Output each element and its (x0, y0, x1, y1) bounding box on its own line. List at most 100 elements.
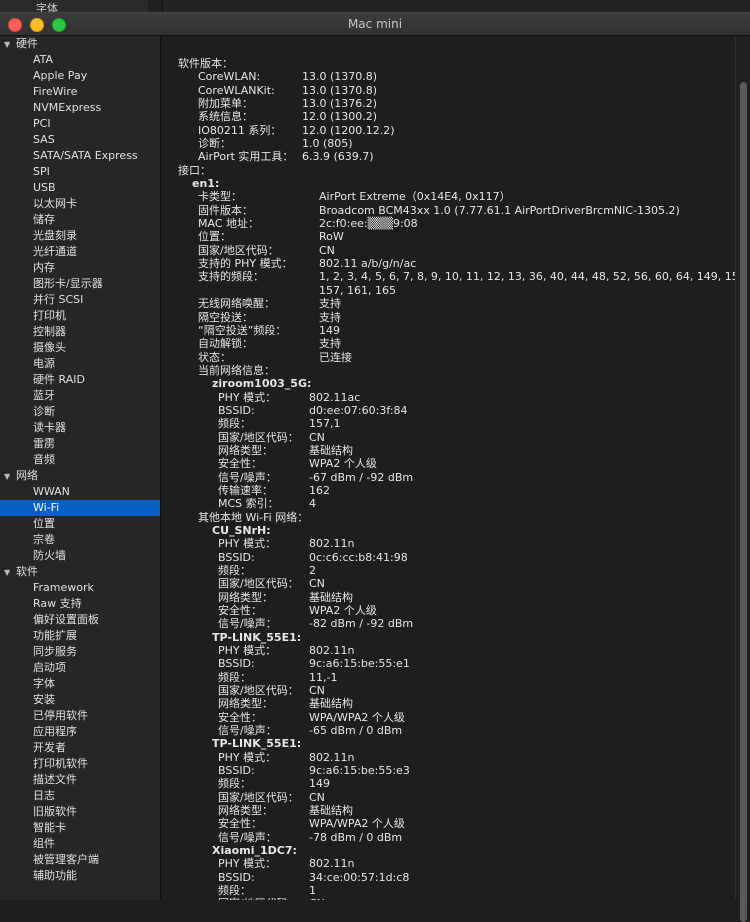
detail-row: PHY 模式： 802.11n (218, 537, 736, 550)
sidebar-item[interactable]: 储存 (0, 212, 160, 228)
sidebar-item[interactable]: 安装 (0, 692, 160, 708)
sidebar-item[interactable]: 控制器 (0, 324, 160, 340)
sidebar-item-label: 以太网卡 (33, 197, 77, 210)
sidebar-item[interactable]: 字体 (0, 676, 160, 692)
sidebar-item[interactable]: 读卡器 (0, 420, 160, 436)
sidebar-item[interactable]: 音频 (0, 452, 160, 468)
sidebar-item[interactable]: 光盘刻录 (0, 228, 160, 244)
sidebar-item[interactable]: 摄像头 (0, 340, 160, 356)
sidebar-item-label: ATA (33, 53, 54, 66)
detail-key: 固件版本： (198, 203, 253, 217)
sidebar-item[interactable]: 图形卡/显示器 (0, 276, 160, 292)
sidebar-item[interactable]: SAS (0, 132, 160, 148)
sidebar-item[interactable]: 光纤通道 (0, 244, 160, 260)
sidebar-item[interactable]: 启动项 (0, 660, 160, 676)
detail-row: BSSID: 9c:a6:15:be:55:e3 (218, 764, 736, 777)
sidebar-item[interactable]: 诊断 (0, 404, 160, 420)
detail-row: 网络类型： 基础结构 (218, 444, 736, 457)
sidebar-group[interactable]: ▼ 软件 (0, 564, 160, 580)
detail-row: 国家/地区代码： CN (198, 244, 736, 257)
sidebar-group[interactable]: ▼ 硬件 (0, 36, 160, 52)
sidebar-item-label: 防火墙 (33, 549, 66, 562)
sidebar-item[interactable]: 功能扩展 (0, 628, 160, 644)
sidebar-item[interactable]: Wi-Fi (0, 500, 160, 516)
sidebar-item[interactable]: NVMExpress (0, 100, 160, 116)
detail-value: 149 (319, 323, 340, 337)
detail-key: 频段： (218, 777, 251, 791)
scrollbar-thumb[interactable] (740, 82, 747, 922)
detail-row: CU_SNrH: (212, 524, 736, 537)
detail-row: 国家/地区代码： CN (218, 684, 736, 697)
detail-value: 2c:f0:ee:▒▒▒9:08 (319, 217, 418, 231)
sidebar-item[interactable]: USB (0, 180, 160, 196)
detail-value: 13.0 (1370.8) (302, 83, 378, 97)
sidebar-item[interactable]: Raw 支持 (0, 596, 160, 612)
sidebar-item[interactable]: 组件 (0, 836, 160, 852)
detail-key: 当前网络信息： (198, 363, 275, 377)
detail-key: 支持的频段： (198, 270, 264, 284)
sidebar-item-label: 内存 (33, 261, 55, 274)
detail-row: PHY 模式： 802.11ac (218, 391, 736, 404)
detail-value: 802.11ac (309, 390, 361, 404)
sidebar-item[interactable]: 雷雳 (0, 436, 160, 452)
detail-row: 传输速率： 162 (218, 484, 736, 497)
sidebar-item[interactable]: 防火墙 (0, 548, 160, 564)
sidebar-item[interactable]: 辅助功能 (0, 868, 160, 884)
sidebar-item-label: 控制器 (33, 325, 66, 338)
sidebar-item-label: 日志 (33, 789, 55, 802)
detail-value: 已连接 (319, 350, 352, 364)
sidebar-item[interactable]: 同步服务 (0, 644, 160, 660)
sidebar-item[interactable]: 偏好设置面板 (0, 612, 160, 628)
sidebar-item[interactable]: SPI (0, 164, 160, 180)
sidebar-item[interactable]: 应用程序 (0, 724, 160, 740)
detail-row: 频段： 2 (218, 564, 736, 577)
disclosure-triangle-icon[interactable]: ▼ (4, 565, 16, 581)
sidebar-item[interactable]: 内存 (0, 260, 160, 276)
sidebar-item[interactable]: 位置 (0, 516, 160, 532)
detail-row: TP-LINK_55E1: (212, 631, 736, 644)
sidebar-item[interactable]: 日志 (0, 788, 160, 804)
system-information-window: Mac mini ▼ 硬件 ATA Apple Pay FireWire NVMExpre… (0, 12, 750, 922)
sidebar-item-label: 音频 (33, 453, 55, 466)
sidebar-group[interactable]: ▼ 网络 (0, 468, 160, 484)
title-bar[interactable]: Mac mini (0, 13, 750, 36)
sidebar-group-label: 网络 (16, 469, 38, 482)
sidebar-item[interactable]: 并行 SCSI (0, 292, 160, 308)
sidebar-item[interactable]: ATA (0, 52, 160, 68)
detail-row: 其他本地 Wi-Fi 网络： (198, 511, 736, 524)
sidebar-item[interactable]: 蓝牙 (0, 388, 160, 404)
detail-row: MCS 索引： 4 (218, 497, 736, 510)
sidebar-item[interactable]: 描述文件 (0, 772, 160, 788)
sidebar-item[interactable]: SATA/SATA Express (0, 148, 160, 164)
sidebar-item-label: SATA/SATA Express (33, 149, 138, 162)
sidebar-item[interactable]: 硬件 RAID (0, 372, 160, 388)
detail-row: TP-LINK_55E1: (212, 737, 736, 750)
scrollbar-track[interactable] (735, 36, 750, 922)
detail-row: 软件版本： (178, 57, 736, 70)
sidebar-item[interactable]: 宗卷 (0, 532, 160, 548)
sidebar-item[interactable]: 以太网卡 (0, 196, 160, 212)
detail-value: -65 dBm / 0 dBm (309, 724, 403, 737)
disclosure-triangle-icon[interactable]: ▼ (4, 469, 16, 485)
sidebar-item[interactable]: 被管理客户端 (0, 852, 160, 868)
sidebar-item[interactable]: PCI (0, 116, 160, 132)
sidebar-item[interactable]: 旧版软件 (0, 804, 160, 820)
sidebar-item[interactable]: 开发者 (0, 740, 160, 756)
sidebar-item-label: 描述文件 (33, 773, 77, 786)
sidebar-item[interactable]: 智能卡 (0, 820, 160, 836)
sidebar-item[interactable]: WWAN (0, 484, 160, 500)
detail-row: 网络类型： 基础结构 (218, 697, 736, 710)
sidebar-item[interactable]: Framework (0, 580, 160, 596)
sidebar-item[interactable]: 已停用软件 (0, 708, 160, 724)
detail-value: Broadcom BCM43xx 1.0 (7.77.61.1 AirPortD… (319, 203, 680, 217)
sidebar-item[interactable]: Apple Pay (0, 68, 160, 84)
detail-key: 网络类型： (218, 590, 273, 604)
detail-key: 信号/噪声： (218, 830, 277, 844)
detail-key: 频段： (218, 563, 251, 577)
sidebar-item[interactable]: 打印机 (0, 308, 160, 324)
sidebar-item[interactable]: 电源 (0, 356, 160, 372)
sidebar-item[interactable]: FireWire (0, 84, 160, 100)
sidebar-item[interactable]: 打印机软件 (0, 756, 160, 772)
detail-row: IO80211 系列： 12.0 (1200.12.2) (198, 124, 736, 137)
disclosure-triangle-icon[interactable]: ▼ (4, 37, 16, 53)
